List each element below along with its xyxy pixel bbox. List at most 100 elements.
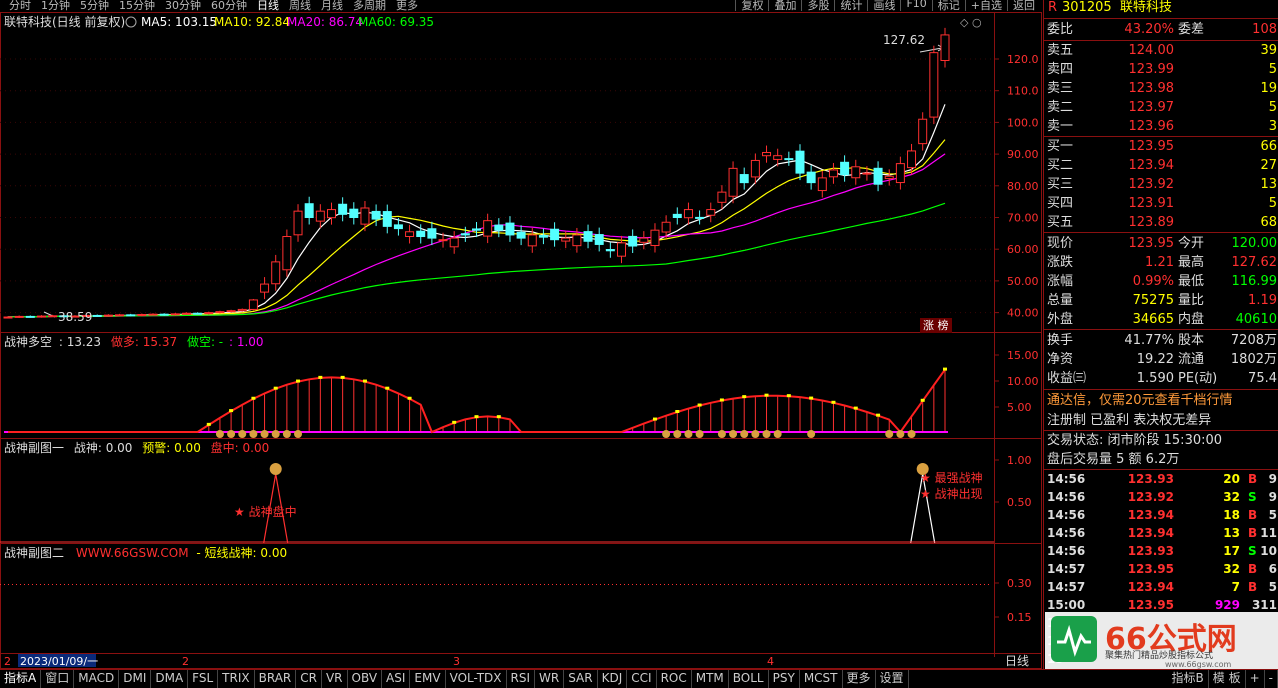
period-tab-7[interactable]: 周线: [284, 0, 316, 12]
indicator-tab-3[interactable]: DMI: [119, 670, 152, 688]
toolbar-btn-4[interactable]: 画线: [867, 0, 900, 12]
indicator-tab-13[interactable]: VOL-TDX: [446, 670, 507, 688]
moneybag-icon: [695, 430, 704, 438]
candle-body: [48, 315, 58, 318]
indicator-tab-4[interactable]: DMA: [151, 670, 189, 688]
toolbar-btn-7[interactable]: +自选: [964, 0, 1007, 12]
indicator-tab-15[interactable]: WR: [535, 670, 565, 688]
period-tabs: 分时 1分钟 5分钟 15分钟 30分钟 60分钟 日线 周线 月线 多周期 更多: [4, 0, 423, 12]
promo-row: 通达信，仅需20元查看千档行情: [1044, 391, 1278, 410]
indicator-tab-8[interactable]: CR: [296, 670, 322, 688]
ind1-dot: [719, 398, 724, 402]
candle-body: [304, 203, 314, 219]
period-tab-9[interactable]: 多周期: [348, 0, 391, 12]
candle-body: [159, 313, 169, 316]
indicator-tab-21[interactable]: BOLL: [729, 670, 769, 688]
period-tab-6[interactable]: 日线: [252, 0, 284, 12]
period-tab-3[interactable]: 15分钟: [114, 0, 160, 12]
tick-field: 6: [1268, 562, 1277, 576]
candle-body: [628, 235, 638, 247]
toolbar-btn-3[interactable]: 统计: [834, 0, 867, 12]
field: 116.99: [1231, 274, 1278, 289]
ind1-dot: [385, 386, 390, 390]
indicator-tab-9[interactable]: VR: [322, 670, 348, 688]
x-label-3: 4: [767, 655, 774, 668]
indicator-tab-1[interactable]: 窗口: [41, 670, 75, 688]
moneybag-icon: [215, 430, 224, 438]
field: 卖二: [1047, 100, 1074, 115]
indicator-tab-22[interactable]: PSY: [769, 670, 800, 688]
period-tab-2[interactable]: 5分钟: [75, 0, 114, 12]
indicator-tab-16[interactable]: SAR: [564, 670, 598, 688]
diamond-icon[interactable]: ◇ ○: [960, 16, 982, 29]
indicator-tab-6[interactable]: TRIX: [218, 670, 255, 688]
period-tab-10[interactable]: 更多: [391, 0, 423, 12]
field: 43.20%: [1124, 22, 1174, 37]
toolbar-btn-0[interactable]: 复权: [735, 0, 768, 12]
moneybag-icon: [249, 430, 258, 438]
field: 涨跌: [1047, 255, 1074, 270]
ind3-legend: 战神副图二 WWW.66GSW.COM - 短线战神: 0.00: [4, 546, 287, 560]
ind2-v3: 盘中: 0.00: [211, 440, 270, 455]
field: 5: [1268, 100, 1277, 115]
candle-body: [695, 216, 705, 219]
toolbar-btn-8[interactable]: 返回: [1007, 0, 1040, 12]
indicator-tab-10[interactable]: OBV: [348, 670, 383, 688]
moneybag-icon: [269, 463, 282, 475]
indicator-tab-0[interactable]: 指标A: [0, 670, 42, 688]
stat-row-4: 外盘 34665 内盘 40610: [1044, 310, 1278, 329]
toolbar-btn-1[interactable]: 叠加: [768, 0, 801, 12]
tick-field: 13: [1223, 526, 1240, 540]
rank-badge[interactable]: 涨 榜: [923, 318, 949, 332]
indicator-tab-24[interactable]: 更多: [843, 670, 876, 688]
field: 123.97: [1128, 100, 1175, 115]
bottom-right-btn-0[interactable]: 指标B: [1168, 670, 1209, 688]
ytick-label: 120.0: [1007, 53, 1039, 66]
tick-field: 123.94: [1127, 526, 1174, 540]
toolbar-btn-2[interactable]: 多股: [801, 0, 834, 12]
field: 卖五: [1047, 43, 1074, 58]
ytick-label: 50.00: [1007, 275, 1039, 288]
candle-body: [92, 314, 102, 317]
indicator-tab-2[interactable]: MACD: [74, 670, 120, 688]
ind1-dot: [876, 413, 881, 417]
period-tab-1[interactable]: 1分钟: [36, 0, 75, 12]
candle-body: [672, 213, 682, 219]
indicator-tab-17[interactable]: KDJ: [598, 670, 628, 688]
period-tab-5[interactable]: 60分钟: [206, 0, 252, 12]
ind1-dot: [943, 367, 947, 371]
kline-chart[interactable]: 120.0 110.0 100.0 90.00 80.00 70.00 60.00 50.00…: [0, 12, 1042, 669]
period-tab-0[interactable]: 分时: [4, 0, 36, 12]
x-label-1: 2: [182, 655, 189, 668]
ma10-label: MA10: 92.84: [214, 15, 290, 29]
candle-body: [494, 224, 504, 231]
candle-body: [226, 310, 236, 313]
indicator-tab-23[interactable]: MCST: [800, 670, 843, 688]
tick-field: 9: [1268, 490, 1277, 504]
candle-body: [929, 52, 939, 118]
indicator-tab-20[interactable]: MTM: [692, 670, 729, 688]
settings-icon[interactable]: [125, 16, 137, 28]
period-tab-8[interactable]: 月线: [316, 0, 348, 12]
indicator-tab-11[interactable]: ASI: [382, 670, 411, 688]
candle-body: [204, 312, 214, 315]
bottom-right-btn-2[interactable]: +: [1246, 670, 1265, 688]
toolbar-btn-6[interactable]: 标记: [931, 0, 965, 12]
candle-body: [193, 312, 203, 315]
indicator-tab-18[interactable]: CCI: [627, 670, 657, 688]
period-tab-4[interactable]: 30分钟: [160, 0, 206, 12]
ind1-dot: [362, 379, 367, 383]
tick-field: 18: [1223, 508, 1240, 522]
indicator-tab-5[interactable]: FSL: [188, 670, 219, 688]
indicator-tab-25[interactable]: 设置: [876, 670, 909, 688]
toolbar-btn-5[interactable]: F10: [900, 0, 931, 11]
field: 39: [1260, 43, 1277, 58]
x-period-label[interactable]: 日线: [1005, 654, 1029, 668]
indicator-tab-12[interactable]: EMV: [410, 670, 446, 688]
bottom-right-btn-3[interactable]: -: [1265, 670, 1278, 688]
bottom-right-btn-1[interactable]: 模 板: [1209, 670, 1246, 688]
indicator-tab-14[interactable]: RSI: [507, 670, 536, 688]
field: 1.21: [1145, 255, 1174, 270]
indicator-tab-7[interactable]: BRAR: [255, 670, 297, 688]
indicator-tab-19[interactable]: ROC: [657, 670, 692, 688]
